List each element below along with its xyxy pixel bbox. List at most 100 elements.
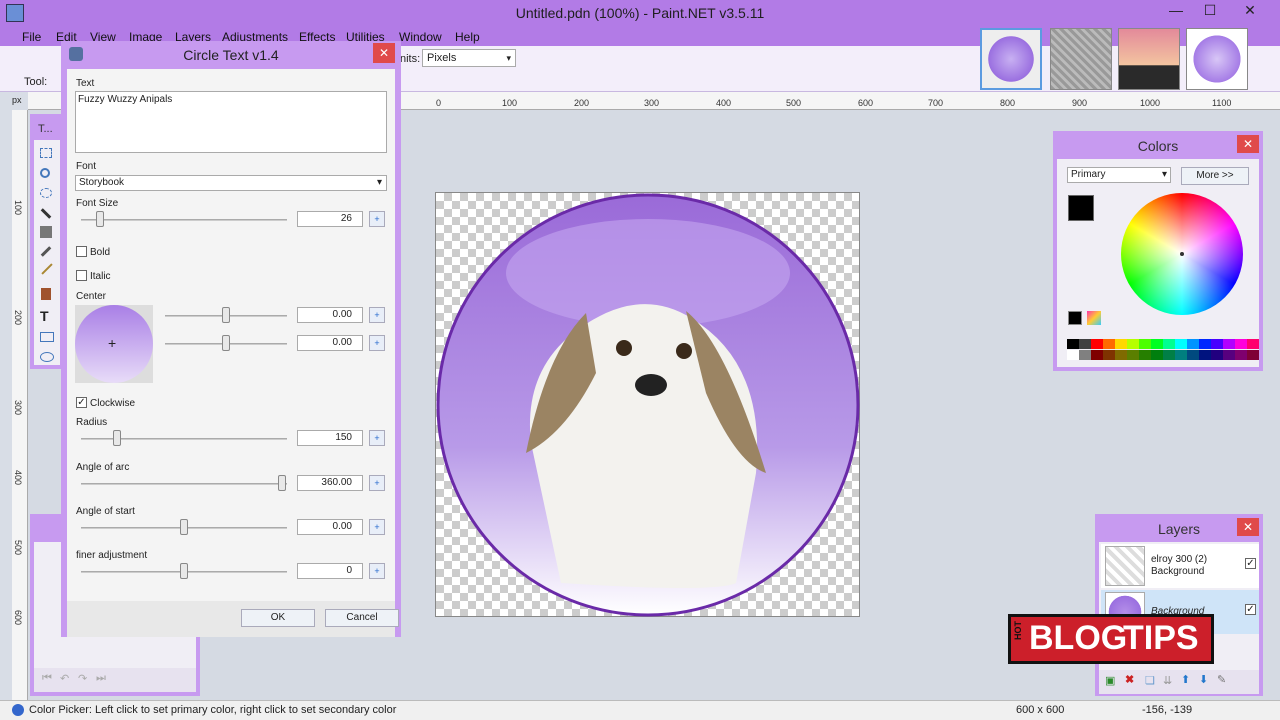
palette-swatch[interactable]: [1067, 350, 1079, 360]
duplicate-layer-icon[interactable]: ❏: [1145, 674, 1155, 687]
palette-swatch[interactable]: [1127, 339, 1139, 349]
redo-icon[interactable]: ↷: [78, 672, 87, 685]
color-mode-select[interactable]: Primary ▾: [1067, 167, 1171, 183]
layer-visibility-checkbox[interactable]: ✓: [1245, 558, 1256, 569]
close-window-button[interactable]: ✕: [1228, 0, 1272, 22]
palette-swatch[interactable]: [1247, 339, 1259, 349]
palette-swatch[interactable]: [1115, 350, 1127, 360]
palette-swatch[interactable]: [1151, 350, 1163, 360]
font-select[interactable]: Storybook ▾: [75, 175, 387, 191]
ok-button[interactable]: OK: [241, 609, 315, 627]
more-colors-button[interactable]: More >>: [1181, 167, 1249, 185]
image-tab-1[interactable]: [980, 28, 1042, 90]
palette-swatch[interactable]: [1103, 350, 1115, 360]
text-input[interactable]: Fuzzy Wuzzy Anipals: [75, 91, 387, 153]
start-slider-thumb[interactable]: [180, 519, 188, 535]
layer-properties-icon[interactable]: ✎: [1217, 673, 1226, 686]
palette-swatch[interactable]: [1211, 350, 1223, 360]
add-layer-icon[interactable]: ▣: [1105, 674, 1115, 687]
minimize-button[interactable]: —: [1160, 0, 1192, 22]
clockwise-checkbox[interactable]: ✓: [76, 397, 87, 408]
palette-swatch[interactable]: [1199, 339, 1211, 349]
palette-swatch[interactable]: [1091, 339, 1103, 349]
cancel-button[interactable]: Cancel: [325, 609, 399, 627]
image-canvas[interactable]: [435, 192, 860, 617]
bucket-icon[interactable]: [40, 226, 52, 238]
pencil-icon[interactable]: [40, 208, 52, 219]
palette-swatch[interactable]: [1235, 350, 1247, 360]
palette-swatch[interactable]: [1175, 350, 1187, 360]
center-x-slider-thumb[interactable]: [222, 307, 230, 323]
palette-swatch[interactable]: [1175, 339, 1187, 349]
start-reset-button[interactable]: +: [369, 519, 385, 535]
layer-visibility-checkbox[interactable]: ✓: [1245, 604, 1256, 615]
arc-slider-thumb[interactable]: [278, 475, 286, 491]
palette-swatch[interactable]: [1163, 350, 1175, 360]
center-picker[interactable]: +: [75, 305, 153, 383]
first-step-icon[interactable]: ⏮: [42, 672, 52, 685]
image-tab-3[interactable]: [1118, 28, 1180, 90]
arc-slider[interactable]: [81, 483, 287, 485]
radius-slider-thumb[interactable]: [113, 430, 121, 446]
stamp-icon[interactable]: [41, 288, 51, 300]
radius-reset-button[interactable]: +: [369, 430, 385, 446]
palette-swatch[interactable]: [1127, 350, 1139, 360]
palette-swatch[interactable]: [1187, 339, 1199, 349]
merge-layer-icon[interactable]: ⇊: [1163, 674, 1172, 687]
units-select[interactable]: Pixels ▾: [422, 49, 516, 67]
font-size-reset-button[interactable]: +: [369, 211, 385, 227]
font-size-slider[interactable]: [81, 219, 287, 221]
font-size-slider-thumb[interactable]: [96, 211, 104, 227]
ellipse-icon[interactable]: [40, 352, 54, 362]
finer-slider-thumb[interactable]: [180, 563, 188, 579]
arc-reset-button[interactable]: +: [369, 475, 385, 491]
palette-swatch[interactable]: [1247, 350, 1259, 360]
radius-input[interactable]: 150: [297, 430, 363, 446]
palette-swatch[interactable]: [1079, 339, 1091, 349]
line-icon[interactable]: [41, 263, 53, 275]
start-input[interactable]: 0.00: [297, 519, 363, 535]
zoom-icon[interactable]: [40, 168, 50, 178]
last-step-icon[interactable]: ⏭: [96, 672, 106, 685]
palette-swatch[interactable]: [1151, 339, 1163, 349]
text-icon[interactable]: T: [40, 308, 49, 324]
palette-swatch[interactable]: [1139, 350, 1151, 360]
menu-window[interactable]: Window: [399, 30, 442, 44]
ellipse-select-icon[interactable]: [40, 188, 52, 198]
select-icon[interactable]: [40, 148, 52, 158]
palette-icon[interactable]: [1068, 311, 1082, 325]
arc-input[interactable]: 360.00: [297, 475, 363, 491]
palette-swatch[interactable]: [1211, 339, 1223, 349]
undo-icon[interactable]: ↶: [60, 672, 69, 685]
center-x-reset-button[interactable]: +: [369, 307, 385, 323]
primary-color-swatch[interactable]: [1068, 195, 1094, 221]
move-layer-down-icon[interactable]: ⬇: [1199, 673, 1208, 686]
colors-close-button[interactable]: ✕: [1237, 135, 1259, 153]
palette-swatch[interactable]: [1091, 350, 1103, 360]
delete-layer-icon[interactable]: ✖: [1125, 673, 1134, 686]
palette-swatch[interactable]: [1139, 339, 1151, 349]
bold-checkbox[interactable]: [76, 246, 87, 257]
center-y-reset-button[interactable]: +: [369, 335, 385, 351]
palette-swatch[interactable]: [1067, 339, 1079, 349]
palette-swatch[interactable]: [1223, 350, 1235, 360]
brush-icon[interactable]: [40, 246, 52, 257]
radius-slider[interactable]: [81, 438, 287, 440]
layers-close-button[interactable]: ✕: [1237, 518, 1259, 536]
font-size-input[interactable]: 26: [297, 211, 363, 227]
finer-input[interactable]: 0: [297, 563, 363, 579]
palette-swatch[interactable]: [1223, 339, 1235, 349]
palette-swatch[interactable]: [1187, 350, 1199, 360]
image-tab-4[interactable]: [1186, 28, 1248, 90]
color-wheel[interactable]: [1121, 193, 1243, 315]
palette-swatch[interactable]: [1235, 339, 1247, 349]
finer-reset-button[interactable]: +: [369, 563, 385, 579]
palette-swatch[interactable]: [1163, 339, 1175, 349]
palette-swatch[interactable]: [1115, 339, 1127, 349]
palette-menu-icon[interactable]: [1087, 311, 1101, 325]
center-y-input[interactable]: 0.00: [297, 335, 363, 351]
palette-swatch[interactable]: [1199, 350, 1211, 360]
menu-help[interactable]: Help: [455, 30, 480, 44]
menu-file[interactable]: File: [22, 30, 41, 44]
italic-checkbox[interactable]: [76, 270, 87, 281]
